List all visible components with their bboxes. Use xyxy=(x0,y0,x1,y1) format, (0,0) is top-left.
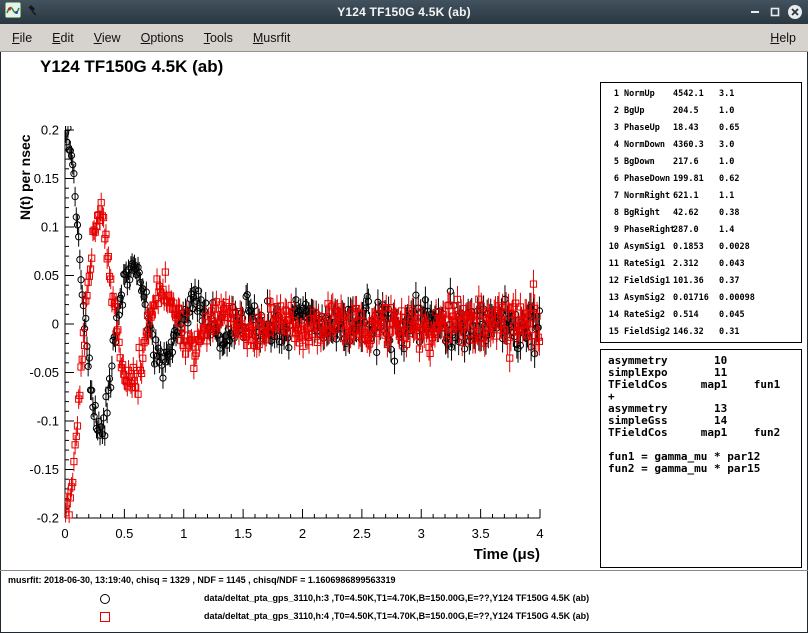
menu-file[interactable]: File xyxy=(10,29,34,47)
svg-text:1: 1 xyxy=(180,526,187,541)
legend-entry: data/deltat_pta_gps_3110,h:4 ,T0=4.50K,T… xyxy=(0,609,808,625)
svg-text:-0.2: -0.2 xyxy=(37,511,59,526)
maximize-button[interactable] xyxy=(767,4,783,20)
svg-text:0.15: 0.15 xyxy=(34,171,59,186)
theory-block: asymmetry 10 simplExpo 11 TFieldCos map1… xyxy=(600,349,802,568)
svg-text:0.5: 0.5 xyxy=(115,526,133,541)
menu-edit[interactable]: Edit xyxy=(50,29,76,47)
menu-items: File Edit View Options Tools Musrfit xyxy=(10,29,292,47)
menubar: File Edit View Options Tools Musrfit Help xyxy=(0,24,808,52)
close-button[interactable] xyxy=(787,4,803,20)
param-row: 15FieldSig2146.320.31 xyxy=(601,324,801,341)
svg-text:0.05: 0.05 xyxy=(34,268,59,283)
svg-text:0.2: 0.2 xyxy=(41,123,59,138)
app-window: Y124 TF150G 4.5K (ab) File Edit View Option… xyxy=(0,0,808,633)
svg-text:-0.15: -0.15 xyxy=(29,462,59,477)
square-marker-icon xyxy=(100,612,110,622)
svg-text:0.1: 0.1 xyxy=(41,220,59,235)
param-row: 1NormUp4542.13.1 xyxy=(601,86,801,103)
svg-text:-0.05: -0.05 xyxy=(29,365,59,380)
param-row: 6PhaseDown199.810.62 xyxy=(601,171,801,188)
plot-canvas[interactable]: 0.20.150.10.050-0.05-0.1-0.15-0.200.511.… xyxy=(0,52,560,572)
param-row: 7NormRight621.11.1 xyxy=(601,188,801,205)
param-row: 3PhaseUp18.430.65 xyxy=(601,120,801,137)
svg-text:3: 3 xyxy=(418,526,425,541)
circle-marker-icon xyxy=(100,594,110,604)
param-row: 2BgUp204.51.0 xyxy=(601,103,801,120)
legend-label: data/deltat_pta_gps_3110,h:4 ,T0=4.50K,T… xyxy=(204,611,589,621)
pin-icon[interactable] xyxy=(26,3,38,21)
x-axis-title: Time (μs) xyxy=(474,546,540,563)
param-row: 5BgDown217.61.0 xyxy=(601,154,801,171)
axes xyxy=(65,130,540,518)
series-h4-points xyxy=(62,193,542,525)
svg-text:2: 2 xyxy=(299,526,306,541)
separator xyxy=(0,570,808,571)
theory-text: asymmetry 10 simplExpo 11 TFieldCos map1… xyxy=(608,355,794,475)
param-row: 12FieldSig1101.360.37 xyxy=(601,273,801,290)
svg-text:-0.1: -0.1 xyxy=(37,414,59,429)
minimize-button[interactable] xyxy=(747,4,763,20)
menu-tools[interactable]: Tools xyxy=(202,29,235,47)
status-line: musrfit: 2018-06-30, 13:19:40, chisq = 1… xyxy=(8,575,395,585)
svg-text:0: 0 xyxy=(52,317,59,332)
param-row: 4NormDown4360.33.0 xyxy=(601,137,801,154)
menu-options[interactable]: Options xyxy=(139,29,186,47)
y-axis-title: N(t) per nsec xyxy=(17,134,33,220)
param-row: 9PhaseRight287.01.4 xyxy=(601,222,801,239)
fit-parameter-table: 1NormUp4542.13.12BgUp204.51.03PhaseUp18.… xyxy=(600,82,802,343)
param-row: 11RateSig12.3120.043 xyxy=(601,256,801,273)
svg-text:2.5: 2.5 xyxy=(353,526,371,541)
param-row: 10AsymSig10.18530.0028 xyxy=(601,239,801,256)
menu-items-right: Help xyxy=(768,29,798,47)
legend-entry: data/deltat_pta_gps_3110,h:3 ,T0=4.50K,T… xyxy=(0,591,808,607)
svg-text:3.5: 3.5 xyxy=(472,526,490,541)
titlebar[interactable]: Y124 TF150G 4.5K (ab) xyxy=(0,0,808,24)
svg-text:1.5: 1.5 xyxy=(234,526,252,541)
svg-text:0: 0 xyxy=(61,526,68,541)
param-row: 13AsymSig20.017160.00098 xyxy=(601,290,801,307)
menu-help[interactable]: Help xyxy=(768,29,798,47)
menu-musrfit[interactable]: Musrfit xyxy=(251,29,293,47)
legend-label: data/deltat_pta_gps_3110,h:3 ,T0=4.50K,T… xyxy=(204,593,589,603)
param-row: 14RateSig20.5140.045 xyxy=(601,307,801,324)
window-title: Y124 TF150G 4.5K (ab) xyxy=(0,5,808,19)
svg-text:4: 4 xyxy=(536,526,543,541)
param-row: 8BgRight42.620.38 xyxy=(601,205,801,222)
app-icon[interactable] xyxy=(5,2,21,23)
menu-view[interactable]: View xyxy=(92,29,123,47)
